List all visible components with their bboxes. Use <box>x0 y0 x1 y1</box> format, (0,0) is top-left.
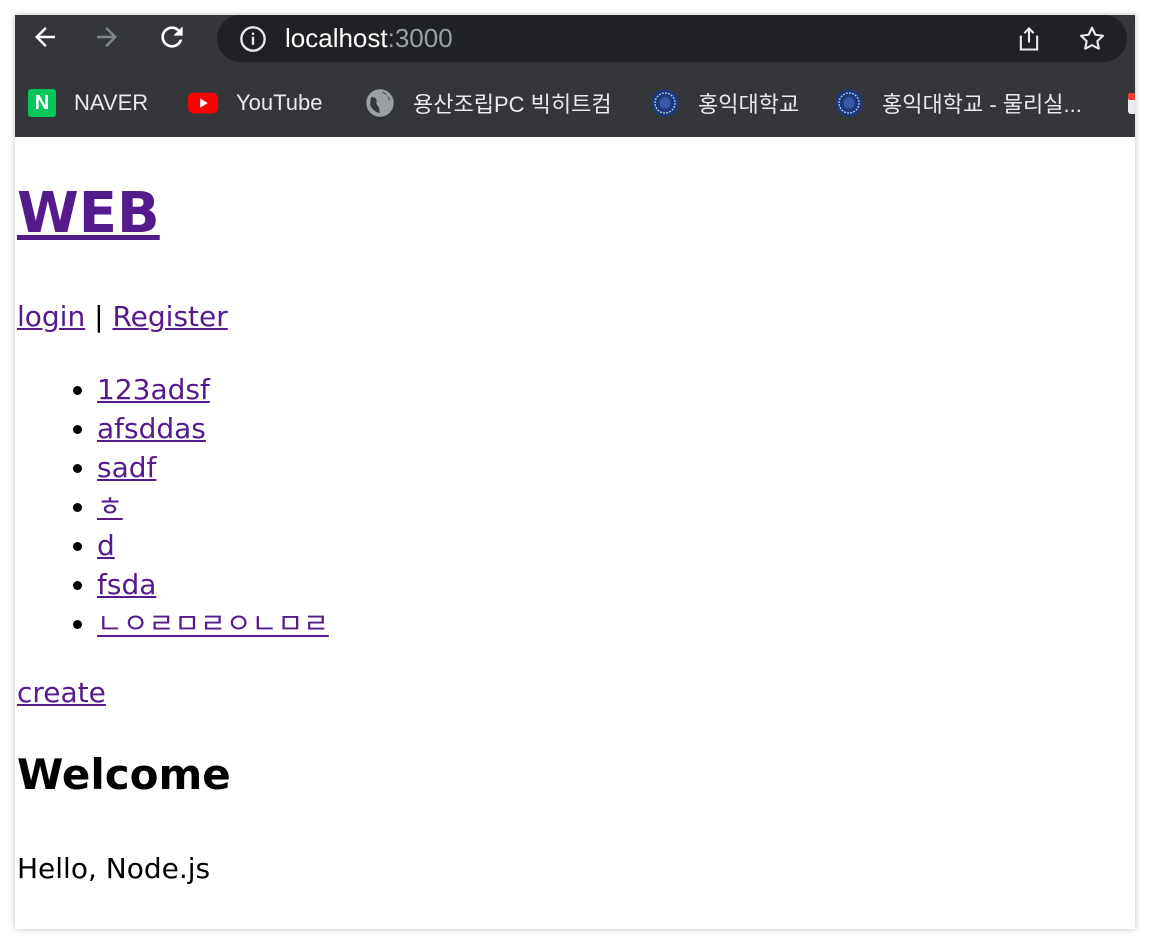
globe-icon <box>365 88 395 118</box>
hongik-seal-icon <box>834 88 864 118</box>
browser-chrome: localhost:3000 N NAVER YouTube 용산조립PC 빅히… <box>15 15 1135 137</box>
list-item: sadf <box>97 448 329 487</box>
topic-list: 123adsf afsddas sadf ㅎ d fsda ㄴㅇㄹㅁㄹㅇㄴㅁㄹ <box>15 370 329 643</box>
browser-toolbar: localhost:3000 <box>15 15 1135 62</box>
home-link[interactable]: WEB <box>17 181 160 246</box>
bookmark-label: 용산조립PC 빅히트컴 <box>413 92 612 117</box>
list-item: ㄴㅇㄹㅁㄹㅇㄴㅁㄹ <box>97 604 329 643</box>
bookmark-overflow[interactable] <box>1123 87 1135 119</box>
bookmark-naver[interactable]: N NAVER <box>28 87 148 119</box>
calendar-icon <box>1123 88 1135 118</box>
reload-button[interactable] <box>154 19 190 55</box>
create-link[interactable]: create <box>17 676 106 709</box>
bookmark-star-icon[interactable] <box>1076 23 1108 55</box>
list-item: d <box>97 526 329 565</box>
address-host: localhost <box>285 23 388 53</box>
address-port: :3000 <box>387 23 453 53</box>
site-info-icon[interactable] <box>237 23 269 55</box>
content-heading: Welcome <box>17 750 231 799</box>
address-text[interactable]: localhost:3000 <box>285 22 453 54</box>
topic-link[interactable]: ㄴㅇㄹㅁㄹㅇㄴㅁㄹ <box>97 607 329 640</box>
bookmark-label: 홍익대학교 <box>698 92 800 117</box>
list-item: 123adsf <box>97 370 329 409</box>
list-item: ㅎ <box>97 487 329 526</box>
bookmark-youtube[interactable]: YouTube <box>188 87 322 119</box>
create-section: create <box>17 673 106 713</box>
register-link[interactable]: Register <box>112 300 227 333</box>
auth-separator: | <box>94 300 104 333</box>
list-item: fsda <box>97 565 329 604</box>
topic-link[interactable]: sadf <box>97 451 156 484</box>
bookmark-label: NAVER <box>74 90 149 115</box>
forward-button[interactable] <box>89 19 125 55</box>
login-link[interactable]: login <box>17 300 85 333</box>
topic-link[interactable]: ㅎ <box>97 490 123 523</box>
bookmark-hongik-physics[interactable]: 홍익대학교 - 물리실... <box>834 87 1082 119</box>
list-item: afsddas <box>97 409 329 448</box>
topic-link[interactable]: afsddas <box>97 412 206 445</box>
reload-icon <box>161 26 183 48</box>
bookmark-label: YouTube <box>236 90 323 115</box>
back-button[interactable] <box>27 19 63 55</box>
naver-icon: N <box>28 89 56 117</box>
share-icon[interactable] <box>1013 23 1045 55</box>
bookmark-hongik[interactable]: 홍익대학교 <box>650 87 799 119</box>
page-title: WEB <box>17 179 160 249</box>
bookmark-bighitcom[interactable]: 용산조립PC 빅히트컴 <box>365 87 612 119</box>
bookmarks-bar: N NAVER YouTube 용산조립PC 빅히트컴 홍익대학교 홍익대학교 … <box>15 81 1135 125</box>
forward-arrow-icon <box>97 27 117 47</box>
auth-links: login | Register <box>17 297 228 337</box>
youtube-icon <box>188 88 218 118</box>
bookmark-label: 홍익대학교 - 물리실... <box>882 92 1082 117</box>
topic-link[interactable]: 123adsf <box>97 373 210 406</box>
browser-window: localhost:3000 N NAVER YouTube 용산조립PC 빅히… <box>15 15 1135 929</box>
topic-link[interactable]: d <box>97 529 115 562</box>
address-bar[interactable]: localhost:3000 <box>217 15 1127 62</box>
back-arrow-icon <box>35 27 55 47</box>
content-body: Hello, Node.js <box>17 852 211 885</box>
hongik-seal-icon <box>650 88 680 118</box>
page-content: WEB login | Register 123adsf afsddas sad… <box>15 137 1135 929</box>
topic-link[interactable]: fsda <box>97 568 156 601</box>
